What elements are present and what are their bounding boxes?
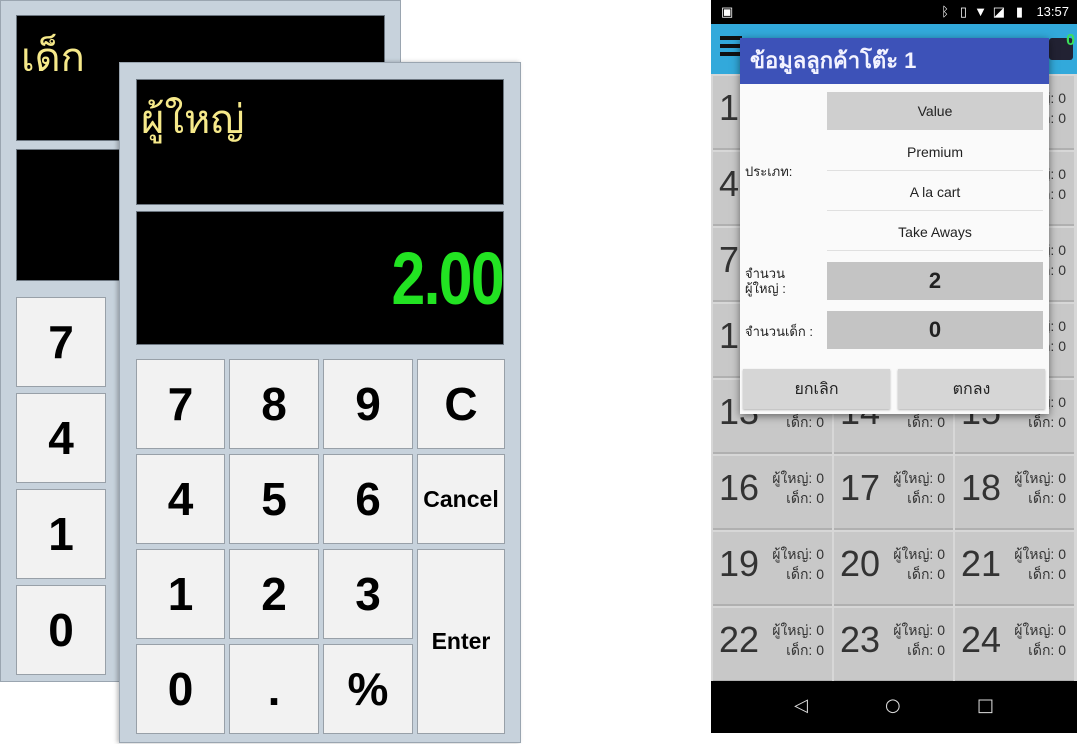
child-count-label: จำนวนเด็ก : [745,324,813,339]
table-number: 20 [840,543,881,584]
table-number: 18 [961,467,1002,508]
adult-count-text: ผู้ใหญ่: 0 [772,546,824,562]
cancel-button[interactable]: Cancel [417,454,505,544]
key-0[interactable]: 0 [136,644,225,734]
key-6[interactable]: 6 [323,454,413,544]
adult-keypad-title: ผู้ใหญ่ [136,79,504,205]
adult-count-text: ผู้ใหญ่: 0 [1014,622,1066,638]
adult-keypad-window: ผู้ใหญ่ 2.00 7 8 9 C 4 5 6 Cancel 1 2 3 … [119,62,521,743]
type-option-take-aways[interactable]: Take Aways [827,213,1043,251]
table-number: 16 [719,467,760,508]
adult-count-field[interactable]: 2 [827,262,1043,300]
adult-count-text: ผู้ใหญ่: 0 [772,470,824,486]
enter-button[interactable]: Enter [417,549,505,734]
child-count-text: เด็ก: 0 [786,490,824,506]
wifi-icon: ▼ [974,4,987,19]
table-number: 23 [840,619,881,660]
key-1[interactable]: 1 [136,549,225,639]
adult-count-label: จำนวน ผู้ใหญ่ : [745,266,786,296]
display-value: 2.00 [391,237,503,320]
table-number: 17 [840,467,881,508]
type-option-value[interactable]: Value [827,92,1043,130]
table-tile[interactable]: 22 ผู้ใหญ่: 0 เด็ก: 0 [713,608,832,682]
adult-count-text: ผู้ใหญ่: 0 [893,470,945,486]
type-option-a-la-cart[interactable]: A la cart [827,173,1043,211]
table-number: 4 [719,163,740,204]
cancel-dialog-button[interactable]: ยกเลิก [743,369,890,409]
status-time: 13:57 [1036,4,1069,19]
adult-count-text: ผู้ใหญ่: 0 [1014,546,1066,562]
child-key-4[interactable]: 4 [16,393,106,483]
adult-count-text: ผู้ใหญ่: 0 [1014,470,1066,486]
child-count-text: เด็ก: 0 [907,490,945,506]
child-count-text: เด็ก: 0 [1028,490,1066,506]
child-key-7[interactable]: 7 [16,297,106,387]
percent-key[interactable]: % [323,644,413,734]
adult-count-label-line2: ผู้ใหญ่ : [745,281,786,296]
table-number: 1 [719,87,740,128]
child-key-0[interactable]: 0 [16,585,106,675]
key-5[interactable]: 5 [229,454,319,544]
menu-icon[interactable] [720,36,742,56]
child-count-text: เด็ก: 0 [907,414,945,430]
key-3[interactable]: 3 [323,549,413,639]
no-sim-icon: ◪ [992,4,1005,19]
table-number: 24 [961,619,1002,660]
table-number: 19 [719,543,760,584]
adult-count-text: ผู้ใหญ่: 0 [893,622,945,638]
type-label: ประเภท: [745,164,793,179]
child-count-text: เด็ก: 0 [1028,414,1066,430]
table-tile[interactable]: 23 ผู้ใหญ่: 0 เด็ก: 0 [834,608,953,682]
key-7[interactable]: 7 [136,359,225,449]
battery-icon: ▮ [1015,4,1023,19]
child-count-text: เด็ก: 0 [907,642,945,658]
child-count-text: เด็ก: 0 [786,642,824,658]
table-tile[interactable]: 17 ผู้ใหญ่: 0 เด็ก: 0 [834,456,953,530]
table-number: 22 [719,619,760,660]
table-number: 7 [719,239,740,280]
child-count-text: เด็ก: 0 [907,566,945,582]
home-icon[interactable]: ○ [885,696,901,716]
table-customer-dialog: ข้อมูลลูกค้าโต๊ะ 1 ประเภท: Value Premium… [740,38,1049,414]
table-tile[interactable]: 21 ผู้ใหญ่: 0 เด็ก: 0 [955,532,1074,606]
bluetooth-icon: ᛒ [941,4,949,19]
table-tile[interactable]: 16 ผู้ใหญ่: 0 เด็ก: 0 [713,456,832,530]
child-count-text: เด็ก: 0 [1028,642,1066,658]
table-tile[interactable]: 24 ผู้ใหญ่: 0 เด็ก: 0 [955,608,1074,682]
table-number: 21 [961,543,1002,584]
image-icon: ▣ [721,4,734,19]
adult-keypad-display: 2.00 [136,211,504,345]
cart-count-badge: 0 [1066,32,1075,49]
dialog-title: ข้อมูลลูกค้าโต๊ะ 1 [740,38,1049,84]
child-count-field[interactable]: 0 [827,311,1043,349]
clear-button[interactable]: C [417,359,505,449]
table-number: 1 [719,315,740,356]
child-count-text: เด็ก: 0 [786,566,824,582]
key-2[interactable]: 2 [229,549,319,639]
recents-icon[interactable]: □ [977,696,994,716]
type-option-premium[interactable]: Premium [827,133,1043,171]
key-8[interactable]: 8 [229,359,319,449]
android-nav-bar: ◁ ○ □ [711,681,1077,733]
adult-count-label-line1: จำนวน [745,266,785,281]
ok-button[interactable]: ตกลง [898,369,1045,409]
key-4[interactable]: 4 [136,454,225,544]
back-icon[interactable]: ◁ [794,696,808,716]
table-tile[interactable]: 18 ผู้ใหญ่: 0 เด็ก: 0 [955,456,1074,530]
child-key-1[interactable]: 1 [16,489,106,579]
table-tile[interactable]: 20 ผู้ใหญ่: 0 เด็ก: 0 [834,532,953,606]
child-count-text: เด็ก: 0 [1028,566,1066,582]
decimal-point-key[interactable]: . [229,644,319,734]
key-9[interactable]: 9 [323,359,413,449]
vibrate-icon: ▯ [959,4,967,19]
adult-count-text: ผู้ใหญ่: 0 [772,622,824,638]
status-bar: ▣ ᛒ ▯ ▼ ◪ ▮ 13:57 [711,0,1077,24]
adult-count-text: ผู้ใหญ่: 0 [893,546,945,562]
child-count-text: เด็ก: 0 [786,414,824,430]
table-tile[interactable]: 19 ผู้ใหญ่: 0 เด็ก: 0 [713,532,832,606]
